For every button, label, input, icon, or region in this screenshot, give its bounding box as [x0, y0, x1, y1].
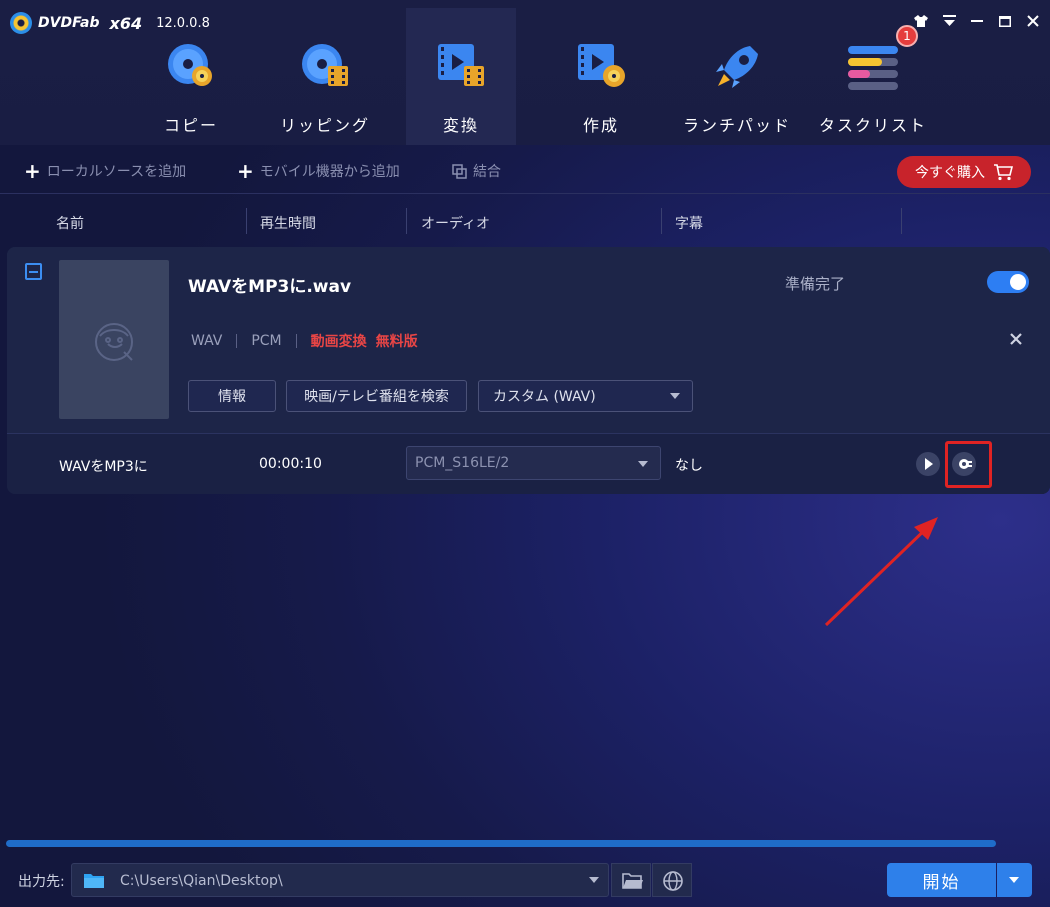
plus-icon: +	[237, 159, 254, 183]
start-label: 開始	[922, 872, 961, 893]
placeholder-icon	[95, 323, 133, 361]
column-header: 名前 再生時間 オーディオ 字幕	[0, 195, 1050, 245]
nav-label-creator: 作成	[582, 116, 619, 135]
notification-badge[interactable]: 1	[896, 25, 918, 47]
subtitle-value: なし	[675, 458, 703, 474]
skin-icon[interactable]	[914, 14, 928, 28]
play-preview-button[interactable]	[916, 452, 940, 476]
start-button[interactable]: 開始	[887, 863, 996, 897]
add-local-source-button[interactable]: + ローカルソースを追加	[24, 161, 186, 181]
search-movie-label: 映画/テレビ番組を検索	[304, 389, 449, 405]
plus-icon: +	[24, 159, 41, 183]
nav-item-launchpad[interactable]: ランチパッド	[682, 8, 792, 145]
output-path-value: C:\Users\Qian\Desktop\	[120, 873, 283, 889]
column-duration[interactable]: 再生時間	[260, 213, 316, 233]
profile-value: カスタム (WAV)	[493, 389, 596, 405]
creator-icon	[578, 44, 625, 87]
window-controls	[914, 14, 1040, 28]
highlight-box	[945, 441, 992, 488]
open-folder-icon	[622, 873, 643, 889]
toolbar: + ローカルソースを追加 + モバイル機器から追加 結合 今すぐ購入	[0, 145, 1050, 194]
browse-folder-button[interactable]	[611, 863, 651, 897]
column-audio[interactable]: オーディオ	[421, 213, 490, 233]
remove-task-button[interactable]	[1010, 329, 1022, 350]
maximize-icon[interactable]	[998, 14, 1012, 28]
minimize-icon[interactable]	[970, 14, 984, 28]
nav-label-launchpad: ランチパッド	[682, 116, 791, 135]
add-local-source-label: ローカルソースを追加	[46, 164, 187, 180]
merge-icon	[452, 163, 467, 179]
folder-icon	[84, 874, 104, 888]
nav-item-creator[interactable]: 作成	[546, 8, 656, 145]
rocket-icon	[716, 46, 758, 88]
info-button-label: 情報	[218, 389, 246, 405]
format-label: WAV	[191, 333, 223, 349]
task-title: WAVをMP3に.wav	[188, 277, 352, 297]
progress-bar	[6, 840, 996, 847]
output-label: 出力先:	[18, 874, 65, 890]
close-window-icon[interactable]	[1026, 14, 1040, 28]
output-path-field[interactable]: C:\Users\Qian\Desktop\	[71, 863, 609, 897]
chevron-down-icon[interactable]	[589, 877, 599, 883]
task-meta: WAV PCM 動画変換 無料版	[191, 331, 418, 351]
add-from-mobile-label: モバイル機器から追加	[259, 164, 400, 180]
track-duration: 00:00:10	[259, 456, 322, 472]
buy-now-button[interactable]: 今すぐ購入	[897, 156, 1031, 188]
bottom-bar: 出力先: C:\Users\Qian\Desktop\ 開始	[0, 852, 1050, 907]
task-list-icon	[848, 46, 898, 90]
main-nav: コピー リッピング 変換 作成 ランチパッド タスクリスト	[0, 8, 1050, 145]
cart-icon	[994, 164, 1013, 181]
nav-label-ripper: リッピング	[279, 116, 370, 135]
column-divider	[661, 208, 662, 234]
free-version-label: 無料版	[375, 334, 418, 350]
chevron-down-icon	[670, 393, 680, 399]
meta-divider	[295, 334, 297, 348]
add-from-mobile-button[interactable]: + モバイル機器から追加	[237, 161, 400, 181]
meta-divider	[236, 334, 238, 348]
nav-item-ripper[interactable]: リッピング	[270, 8, 380, 145]
task-status: 準備完了	[785, 275, 846, 293]
merge-label: 結合	[473, 164, 501, 180]
ripper-icon	[302, 44, 348, 86]
merge-button[interactable]: 結合	[452, 161, 501, 181]
track-name: WAVをMP3に	[59, 459, 148, 475]
converter-icon	[438, 44, 484, 86]
codec-label: PCM	[251, 333, 282, 349]
chevron-down-icon	[638, 461, 648, 467]
nav-item-converter[interactable]: 変換	[406, 8, 516, 145]
task-card-header: WAVをMP3に.wav 準備完了 WAV PCM 動画変換 無料版 情報 映画…	[7, 247, 1050, 433]
nav-item-copy[interactable]: コピー	[136, 8, 246, 145]
top-bar: DVDFab x64 12.0.0.8 コピー リッピング 変換 作成 ランチパ…	[0, 0, 1050, 145]
column-divider	[901, 208, 902, 234]
buy-now-label: 今すぐ購入	[915, 165, 985, 181]
task-card: WAVをMP3に.wav 準備完了 WAV PCM 動画変換 無料版 情報 映画…	[7, 247, 1050, 494]
nav-label-converter: 変換	[442, 116, 479, 135]
thumbnail	[59, 260, 169, 419]
nav-label-copy: コピー	[163, 116, 218, 135]
profile-select[interactable]: カスタム (WAV)	[478, 380, 693, 412]
column-divider	[406, 208, 407, 234]
copy-disc-icon	[168, 44, 212, 86]
column-divider	[246, 208, 247, 234]
column-subtitle[interactable]: 字幕	[675, 213, 703, 233]
collapse-checkbox[interactable]	[25, 263, 42, 280]
audio-track-value: PCM_S16LE/2	[415, 455, 510, 471]
network-output-button[interactable]	[652, 863, 692, 897]
mode-label: 動画変換	[310, 334, 367, 350]
nav-label-task-list: タスクリスト	[818, 116, 927, 135]
start-options-button[interactable]	[997, 863, 1032, 897]
audio-track-select[interactable]: PCM_S16LE/2	[406, 446, 661, 480]
task-enable-toggle[interactable]	[987, 271, 1029, 293]
menu-icon[interactable]	[942, 14, 956, 28]
task-track-row: WAVをMP3に 00:00:10 PCM_S16LE/2 なし	[7, 433, 1050, 494]
globe-icon	[663, 871, 683, 891]
close-icon	[1010, 333, 1022, 345]
info-button[interactable]: 情報	[188, 380, 276, 412]
column-name[interactable]: 名前	[56, 213, 84, 233]
search-movie-button[interactable]: 映画/テレビ番組を検索	[286, 380, 467, 412]
